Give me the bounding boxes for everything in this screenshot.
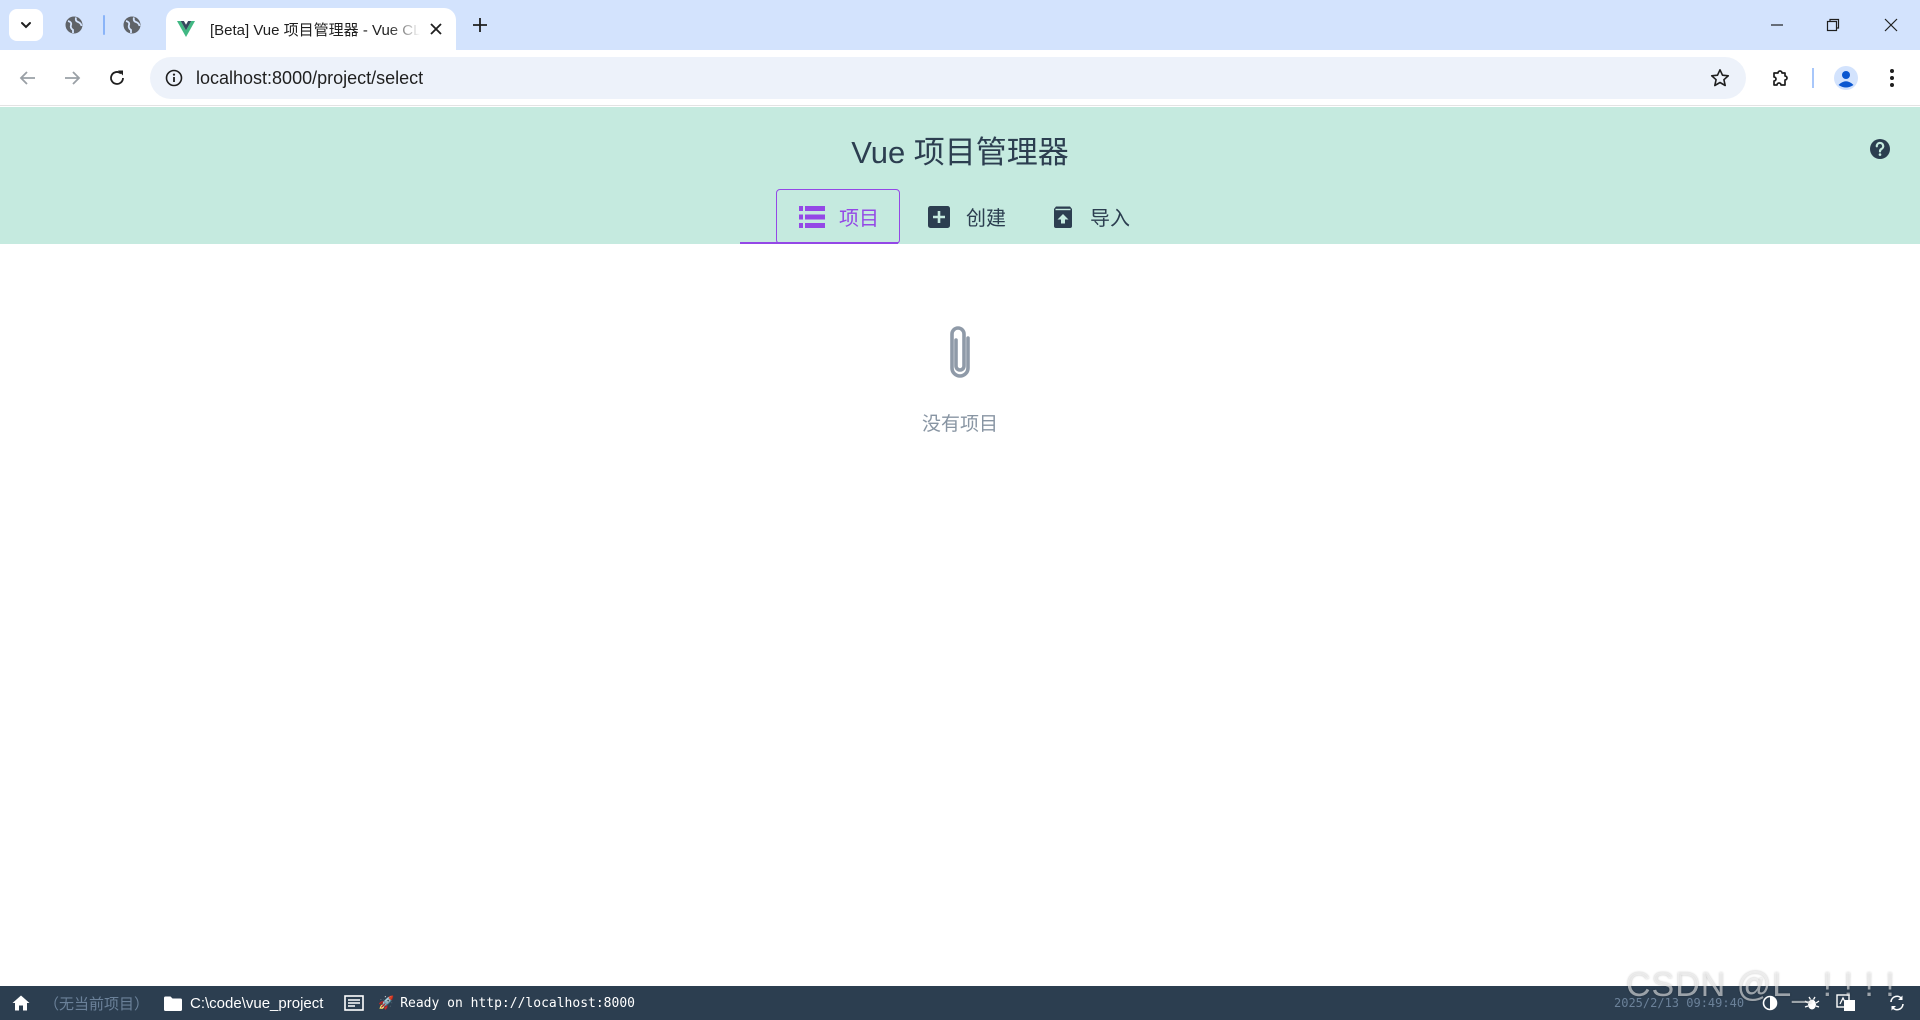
tab-close-button[interactable] bbox=[426, 19, 446, 39]
forward-button[interactable] bbox=[54, 60, 90, 96]
profile-button[interactable] bbox=[1828, 60, 1864, 96]
star-icon bbox=[1710, 69, 1730, 87]
active-tab-underline bbox=[740, 242, 898, 244]
globe-icon bbox=[65, 16, 83, 34]
url-text[interactable]: localhost:8000/project/select bbox=[196, 68, 423, 89]
minimize-button[interactable] bbox=[1748, 0, 1806, 50]
pinned-tab-1[interactable] bbox=[60, 11, 88, 39]
tab-divider bbox=[103, 15, 105, 35]
home-icon bbox=[12, 995, 30, 1011]
puzzle-icon bbox=[1773, 70, 1788, 86]
close-icon bbox=[430, 23, 442, 35]
current-project-text: （无当前项目） bbox=[44, 995, 150, 1013]
empty-message: 没有项目 bbox=[921, 414, 998, 435]
tab-import-label: 导入 bbox=[1090, 208, 1130, 230]
tab-search-button[interactable] bbox=[9, 9, 43, 41]
empty-state: 没有项目 bbox=[0, 324, 1920, 436]
log-text: Ready on http://localhost:8000 bbox=[400, 995, 635, 1011]
restore-button[interactable] bbox=[1804, 0, 1862, 50]
globe-icon bbox=[123, 16, 141, 34]
list-icon bbox=[799, 204, 825, 230]
tab-create-label: 创建 bbox=[966, 208, 1006, 230]
browser-menu-button[interactable] bbox=[1874, 60, 1910, 96]
more-vert-icon bbox=[1890, 69, 1894, 87]
site-info-button[interactable] bbox=[154, 58, 194, 98]
folder-icon bbox=[164, 996, 182, 1011]
current-project-status[interactable]: （无当前项目） bbox=[44, 986, 149, 1020]
toolbar-separator bbox=[1812, 68, 1814, 88]
active-browser-tab[interactable]: [Beta] Vue 项目管理器 - Vue CLI bbox=[166, 8, 456, 50]
back-button[interactable] bbox=[10, 60, 46, 96]
plus-icon bbox=[473, 18, 487, 32]
new-tab-button[interactable] bbox=[466, 11, 494, 39]
tab-import[interactable]: 导入 bbox=[1028, 189, 1152, 244]
page-title: Vue 项目管理器 bbox=[851, 135, 1069, 170]
attachment-icon bbox=[950, 326, 970, 378]
app-header: Vue 项目管理器 项目 创建 导入 bbox=[0, 107, 1920, 244]
log-status[interactable]: 🚀 Ready on http://localhost:8000 bbox=[344, 986, 635, 1020]
console-icon bbox=[344, 995, 364, 1011]
unarchive-icon bbox=[1050, 204, 1076, 230]
arrow-left-icon bbox=[19, 71, 35, 85]
chevron-down-icon bbox=[21, 22, 31, 29]
tab-title: [Beta] Vue 项目管理器 - Vue CLI bbox=[210, 21, 420, 39]
tab-projects-label: 项目 bbox=[839, 208, 879, 230]
reload-button[interactable] bbox=[99, 60, 135, 96]
vue-logo-icon bbox=[177, 21, 195, 37]
bookmark-button[interactable] bbox=[1708, 66, 1732, 90]
address-bar[interactable]: localhost:8000/project/select bbox=[150, 57, 1746, 99]
pinned-tab-2[interactable] bbox=[118, 11, 146, 39]
close-window-button[interactable] bbox=[1862, 0, 1920, 50]
home-button[interactable] bbox=[12, 986, 30, 1020]
close-icon bbox=[1884, 18, 1898, 32]
main-tabs: 项目 创建 导入 bbox=[740, 189, 1152, 244]
avatar-icon bbox=[1834, 66, 1858, 90]
watermark: CSDN @L_ ! ! ! ! bbox=[1626, 966, 1896, 1004]
tab-projects[interactable]: 项目 bbox=[776, 189, 900, 244]
extensions-button[interactable] bbox=[1763, 60, 1799, 96]
tab-create[interactable]: 创建 bbox=[904, 189, 1028, 244]
rocket-icon: 🚀 bbox=[378, 995, 395, 1010]
help-icon[interactable] bbox=[1869, 138, 1891, 160]
minimize-icon bbox=[1771, 24, 1783, 26]
restore-icon bbox=[1826, 18, 1840, 32]
browser-toolbar: localhost:8000/project/select bbox=[0, 50, 1920, 106]
info-icon bbox=[165, 69, 183, 87]
folder-status[interactable]: C:\code\vue_project bbox=[164, 986, 323, 1020]
add-box-icon bbox=[926, 204, 952, 230]
folder-path-text: C:\code\vue_project bbox=[190, 994, 324, 1012]
browser-tabstrip: [Beta] Vue 项目管理器 - Vue CLI bbox=[0, 0, 1920, 50]
reload-icon bbox=[110, 70, 124, 85]
arrow-right-icon bbox=[65, 71, 81, 85]
